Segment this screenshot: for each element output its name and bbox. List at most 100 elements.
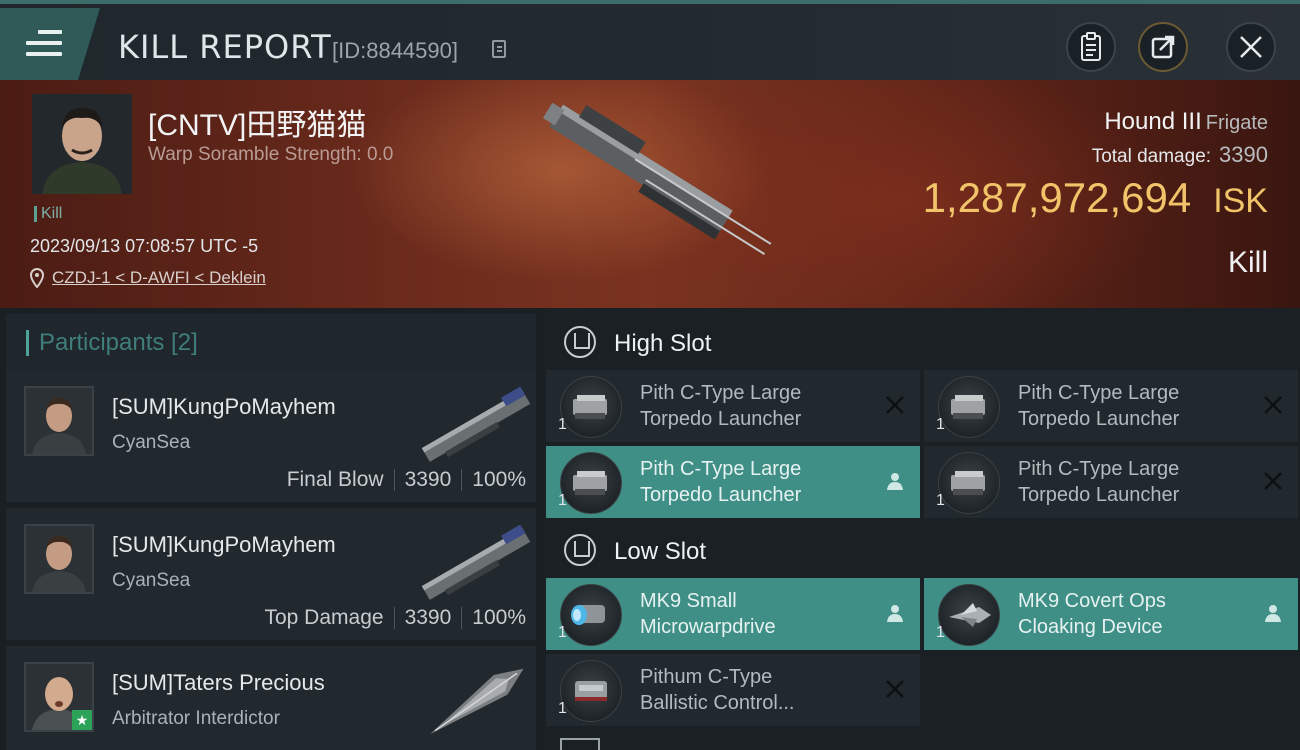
destroyed-x-icon [886,680,904,698]
module-item[interactable]: 1 Pith C-Type Large Torpedo Launcher [924,446,1298,518]
share-button[interactable] [1138,22,1188,72]
pilot-portrait-icon [26,526,92,592]
module-item[interactable]: 1 Pith C-Type Large Torpedo Launcher [546,370,920,442]
top-bar: KILL REPORT [ID:8844590] [0,0,1300,80]
participant-row[interactable]: ★ [SUM]Taters Precious Arbitrator Interd… [6,646,536,750]
module-name-line1: MK9 Small [640,590,737,612]
module-name: MK9 Covert Ops Cloaking Device [1018,588,1248,640]
report-id: [ID:8844590] [332,38,458,63]
participants-header: Participants [2] [6,314,536,373]
participant-role: Final Blow [286,468,384,491]
module-item[interactable]: 1 MK9 Covert Ops Cloaking Device [924,578,1298,650]
location-pin-icon [30,268,44,288]
module-qty: 1 [936,416,945,433]
module-item[interactable]: 1 Pithum C-Type Ballistic Control... [546,654,920,726]
participant-corp: Arbitrator Interdictor [112,708,280,729]
module-name-line2: Ballistic Control... [640,692,795,714]
module-qty: 1 [558,624,567,641]
module-name-line1: Pith C-Type Large [640,382,802,404]
participant-stats: Top Damage 3390 100% [264,606,526,630]
torpedo-launcher-icon [560,376,622,438]
ship-name-text: Hound III [1104,108,1202,135]
star-badge-icon: ★ [72,710,92,730]
low-slot-header: Low Slot [546,520,1300,580]
isk-amount: 1,287,972,694 [922,174,1192,221]
victim-banner: [CNTV]田野猫猫 Warp Soramble Strength: 0.0 K… [0,80,1300,308]
module-name-line2: Torpedo Launcher [1018,484,1180,506]
close-button[interactable] [1226,22,1276,72]
dropped-person-icon [887,473,903,490]
module-qty: 1 [558,700,567,717]
clipboard-icon [1081,32,1101,61]
victim-name: [CNTV]田野猫猫 [148,109,367,142]
cloaking-device-icon [938,584,1000,646]
copy-icon[interactable] [492,40,506,58]
ship-class-text: Frigate [1205,112,1268,134]
menu-button[interactable] [0,8,100,80]
total-damage-value: 3390 [1219,142,1268,167]
ballistic-control-icon [560,660,622,722]
avatar[interactable] [24,524,94,594]
participant-row[interactable]: [SUM]KungPoMayhem CyanSea Final Blow 3390… [6,370,536,503]
torpedo-launcher-icon [938,452,1000,514]
participants-title: Participants [2] [26,330,198,356]
participant-role: Top Damage [264,606,384,629]
low-slot-icon [564,534,596,566]
torpedo-launcher-icon [938,376,1000,438]
participant-damage: 3390 [404,468,452,491]
module-item[interactable]: 1 Pith C-Type Large Torpedo Launcher [546,446,920,518]
participant-corp: CyanSea [112,570,191,591]
victim-ship-name: Hound III Frigate [1104,108,1268,136]
avatar[interactable] [24,386,94,456]
module-name-line1: Pithum C-Type [640,666,773,688]
participant-name: [SUM]KungPoMayhem [112,532,336,557]
participant-stats: Final Blow 3390 100% [287,468,526,492]
module-name-line2: Cloaking Device [1018,616,1163,638]
module-name-line2: Torpedo Launcher [640,408,802,430]
module-name-line2: Torpedo Launcher [640,484,802,506]
participant-percent: 100% [472,468,526,491]
participant-name: [SUM]KungPoMayhem [112,394,336,419]
total-damage-label: Total damage: [1091,146,1212,167]
high-slot-icon [564,326,596,358]
module-qty: 1 [558,416,567,433]
module-name-line1: Pith C-Type Large [1018,458,1180,480]
isk-value: 1,287,972,694 ISK [923,174,1268,222]
total-damage: Total damage: 3390 [1092,142,1268,168]
kill-location[interactable]: CZDJ-1 < D-AWFI < Deklein [30,268,266,288]
participants-panel: Participants [2] [SUM]KungPoMayhem CyanS… [0,308,540,750]
clipboard-button[interactable] [1066,22,1116,72]
avatar[interactable]: ★ [24,662,94,732]
page-title: KILL REPORT [118,28,332,66]
module-qty: 1 [936,492,945,509]
module-qty: 1 [558,492,567,509]
participant-row[interactable]: [SUM]KungPoMayhem CyanSea Top Damage 3390… [6,508,536,641]
module-name: MK9 Small Microwarpdrive [640,588,870,640]
isk-unit: ISK [1213,182,1268,220]
module-name: Pithum C-Type Ballistic Control... [640,664,870,716]
module-item[interactable]: 1 Pith C-Type Large Torpedo Launcher [924,370,1298,442]
participant-corp: CyanSea [112,432,191,453]
participant-ship-image [421,524,531,600]
high-slot-title: High Slot [614,330,712,357]
dropped-person-icon [1265,605,1281,622]
location-link[interactable]: CZDJ-1 < D-AWFI < Deklein [52,268,266,287]
pilot-portrait-icon [26,388,92,454]
module-name-line2: Microwarpdrive [640,616,776,638]
module-item[interactable]: 1 MK9 Small Microwarpdrive [546,578,920,650]
victim-ship-image [542,102,772,255]
participant-damage: 3390 [404,606,452,629]
pilot-portrait-icon [32,94,132,194]
participant-ship-image [430,668,524,735]
dropped-person-icon [887,605,903,622]
microwarpdrive-icon [560,584,622,646]
kill-result-label: Kill [1227,246,1268,279]
kill-timestamp: 2023/09/13 07:08:57 UTC -5 [30,236,259,256]
module-name-line1: MK9 Covert Ops [1018,590,1166,612]
next-section-icon [560,738,600,750]
high-slot-header: High Slot [546,312,1300,372]
destroyed-x-icon [1264,472,1282,490]
warp-scramble-strength: Warp Soramble Strength: 0.0 [148,144,394,165]
victim-portrait[interactable] [32,94,132,194]
participant-name: [SUM]Taters Precious [112,670,325,695]
